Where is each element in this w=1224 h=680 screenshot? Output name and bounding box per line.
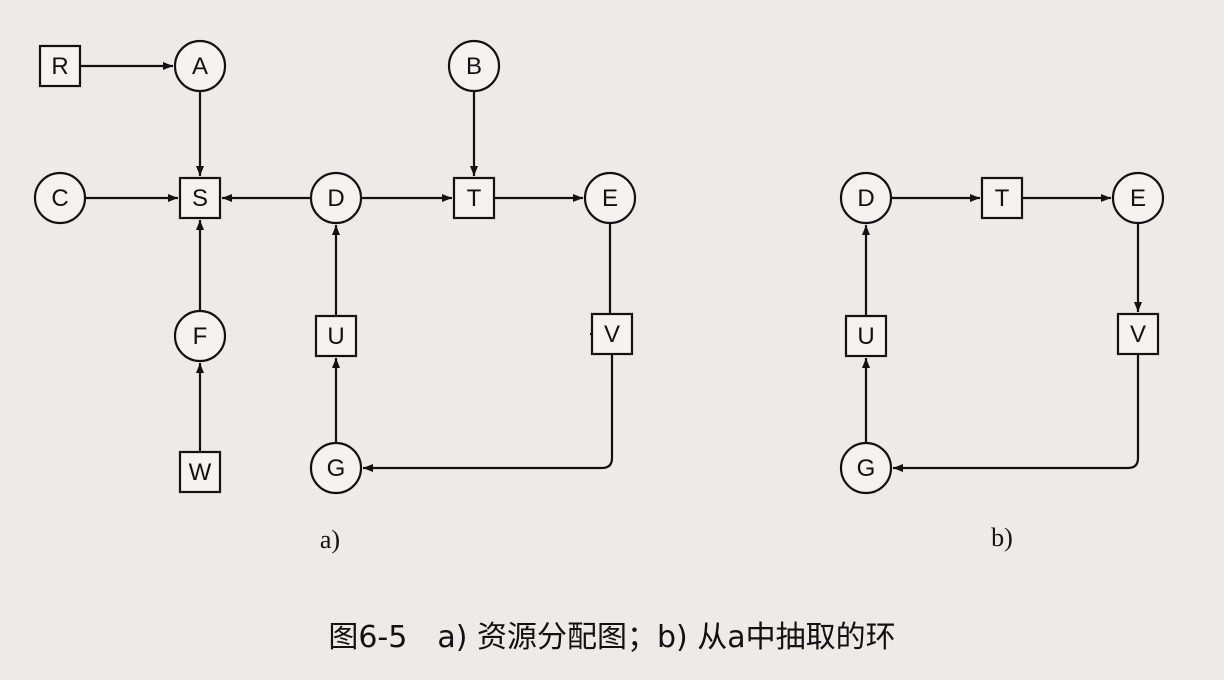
node-b-G-process-circle: G: [839, 441, 893, 495]
node-label: U: [327, 323, 344, 350]
node-label: A: [192, 53, 208, 80]
edges-layer: [80, 62, 1142, 472]
node-a-G-process-circle: G: [309, 441, 363, 495]
node-label: T: [467, 185, 482, 212]
edge-a-V-to-a-G: [363, 354, 614, 472]
figure-caption: 图6-5 a) 资源分配图；b) 从a中抽取的环: [328, 620, 896, 655]
node-label: F: [193, 323, 208, 350]
node-a-B-process-circle: B: [447, 39, 501, 93]
node-label: G: [327, 455, 346, 482]
node-a-R-resource-square: R: [38, 44, 82, 88]
node-label: D: [857, 185, 874, 212]
edge-b-V-to-b-G: [893, 354, 1140, 472]
panel-labels-layer: a) b): [320, 523, 1013, 554]
nodes-layer: R A B C S D T E F U V W G D T E U V G: [33, 39, 1165, 495]
node-a-E-process-circle: E: [583, 171, 637, 225]
resource-allocation-diagram: R A B C S D T E F U V W G D T E U V G a) b): [33, 39, 1165, 554]
node-b-D-process-circle: D: [839, 171, 893, 225]
node-a-F-process-circle: F: [173, 309, 227, 363]
panel-label-b: b): [991, 523, 1013, 552]
node-label: U: [857, 323, 874, 350]
node-label: S: [192, 185, 208, 212]
figure: R A B C S D T E F U V W G D T E U V G a) b) 图6-5 a) 资源分配图；b…: [0, 0, 1224, 680]
node-a-C-process-circle: C: [33, 171, 87, 225]
node-label: R: [51, 53, 68, 80]
node-label: C: [51, 185, 68, 212]
node-b-U-resource-square: U: [844, 314, 888, 358]
node-a-S-resource-square: S: [178, 176, 222, 220]
node-b-V-resource-square: V: [1116, 312, 1160, 356]
node-label: T: [995, 185, 1010, 212]
node-a-T-resource-square: T: [452, 176, 496, 220]
node-label: W: [189, 459, 212, 486]
node-label: E: [1130, 185, 1146, 212]
node-label: V: [1130, 321, 1146, 348]
node-b-E-process-circle: E: [1111, 171, 1165, 225]
node-a-A-process-circle: A: [173, 39, 227, 93]
node-label: E: [602, 185, 618, 212]
node-a-D-process-circle: D: [309, 171, 363, 225]
panel-label-a: a): [320, 525, 340, 554]
node-a-U-resource-square: U: [314, 314, 358, 358]
node-label: G: [857, 455, 876, 482]
node-label: B: [466, 53, 482, 80]
node-label: D: [327, 185, 344, 212]
node-a-V-resource-square: V: [590, 312, 634, 356]
node-a-W-resource-square: W: [178, 450, 222, 494]
node-b-T-resource-square: T: [980, 176, 1024, 220]
node-label: V: [604, 321, 620, 348]
